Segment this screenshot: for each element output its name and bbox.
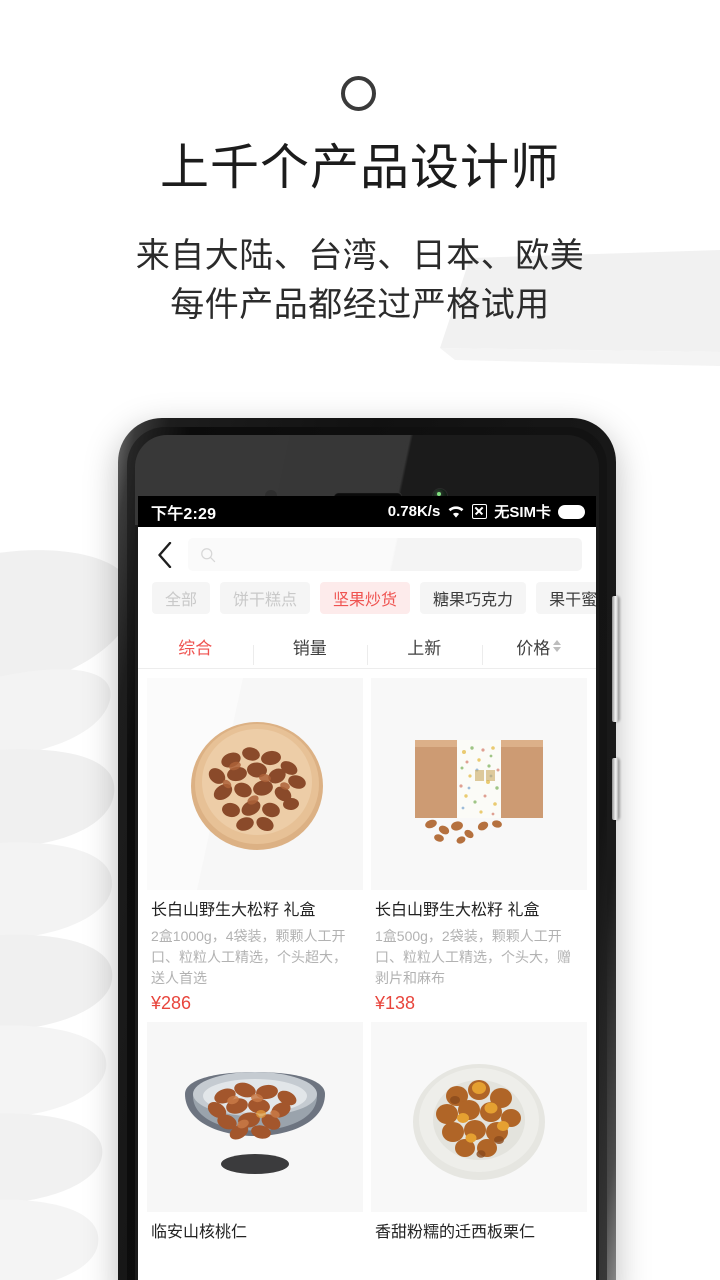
- page-headline: 上千个产品设计师: [159, 141, 560, 195]
- product-title: 香甜粉糯的迁西板栗仁: [375, 1224, 536, 1241]
- product-card[interactable]: 长白山野生大松籽 礼盒 2盒1000g，4袋装，颗颗人工开口、粒粒人工精选，个头…: [147, 678, 363, 1014]
- product-description: 1盒500g，2袋装，颗颗人工开口、粒粒人工精选，个头大，赠剥片和麻布: [375, 928, 571, 986]
- product-card[interactable]: 临安山核桃仁: [147, 1022, 363, 1248]
- category-chip-nuts[interactable]: 坚果炒货: [320, 582, 411, 614]
- product-image-pine-nuts-plate[interactable]: [147, 678, 363, 890]
- sort-caret-icon: [553, 640, 562, 652]
- product-info: 香甜粉糯的迁西板栗仁: [371, 1212, 587, 1244]
- gift-box-illustration: [371, 678, 587, 890]
- battery-full-icon: [558, 504, 585, 519]
- brand-circle-logo-icon: [341, 76, 376, 111]
- category-chip-candy-chocolate[interactable]: 糖果巧克力: [420, 582, 527, 614]
- product-description: 2盒1000g，4袋装，颗颗人工开口、粒粒人工精选，个头超大，送人首选: [151, 928, 347, 986]
- phone-mockup: 下午2:29 0.78K/s 无SIM卡 全部 饼干糕点 坚果炒货 糖果巧克力 …: [118, 418, 619, 1280]
- search-nav-bar: [138, 527, 596, 580]
- product-info: 长白山野生大松籽 礼盒 2盒1000g，4袋装，颗颗人工开口、粒粒人工精选，个头…: [147, 890, 363, 1014]
- power-button[interactable]: [612, 758, 619, 820]
- product-info: 长白山野生大松籽 礼盒 1盒500g，2袋装，颗颗人工开口、粒粒人工精选，个头大…: [371, 890, 587, 1014]
- product-image-gift-box[interactable]: [371, 678, 587, 890]
- pine-nuts-illustration: [147, 678, 363, 890]
- sort-tab-sales[interactable]: 销量: [252, 634, 368, 665]
- subheadline-line-1: 来自大陆、台湾、日本、欧美: [135, 237, 585, 275]
- product-title: 临安山核桃仁: [151, 1224, 248, 1241]
- product-card[interactable]: 长白山野生大松籽 礼盒 1盒500g，2袋装，颗颗人工开口、粒粒人工精选，个头大…: [371, 678, 587, 1014]
- product-image-chestnut-plate[interactable]: [371, 1022, 587, 1212]
- product-grid: 长白山野生大松籽 礼盒 2盒1000g，4袋装，颗颗人工开口、粒粒人工精选，个头…: [138, 669, 596, 1248]
- back-chevron-icon[interactable]: [151, 539, 179, 571]
- caret-up-icon: [553, 640, 562, 645]
- product-price: ¥286: [151, 993, 192, 1013]
- category-chip-row[interactable]: 全部 饼干糕点 坚果炒货 糖果巧克力 果干蜜饯: [138, 580, 596, 624]
- sort-tab-comprehensive[interactable]: 综合: [138, 634, 253, 659]
- signal-x-icon: [472, 504, 488, 519]
- wifi-icon: [448, 505, 464, 518]
- sort-tab-price[interactable]: 价格: [481, 634, 597, 665]
- category-chip-biscuits[interactable]: 饼干糕点: [220, 582, 311, 614]
- product-card[interactable]: 香甜粉糯的迁西板栗仁: [371, 1022, 587, 1248]
- status-bar: 下午2:29 0.78K/s 无SIM卡: [138, 496, 596, 527]
- sort-tab-bar[interactable]: 综合 销量 上新 价格: [138, 624, 596, 669]
- subheadline-line-2: 每件产品都经过严格试用: [170, 286, 550, 324]
- walnut-kernels-illustration: [147, 1022, 363, 1212]
- sort-tab-new[interactable]: 上新: [367, 634, 482, 665]
- search-input[interactable]: [188, 538, 582, 571]
- caret-down-icon: [553, 647, 562, 652]
- category-chip-dried-fruit[interactable]: 果干蜜饯: [536, 582, 596, 614]
- chestnuts-illustration: [371, 1022, 587, 1212]
- volume-rocker-button[interactable]: [612, 596, 619, 722]
- page-subheadline: 来自大陆、台湾、日本、欧美 每件产品都经过严格试用: [0, 232, 720, 330]
- category-chip-all[interactable]: 全部: [152, 582, 211, 614]
- product-image-walnut-bowl[interactable]: [147, 1022, 363, 1212]
- product-price: ¥138: [375, 993, 416, 1013]
- phone-screen: 下午2:29 0.78K/s 无SIM卡 全部 饼干糕点 坚果炒货 糖果巧克力 …: [138, 496, 596, 1280]
- sort-tab-price-label: 价格: [516, 638, 551, 658]
- product-info: 临安山核桃仁: [147, 1212, 363, 1244]
- product-title: 长白山野生大松籽 礼盒: [375, 902, 540, 919]
- status-indicators: 0.78K/s 无SIM卡: [388, 501, 585, 522]
- search-icon: [201, 547, 216, 562]
- promo-page: 上千个产品设计师 来自大陆、台湾、日本、欧美 每件产品都经过严格试用 下午2:2…: [0, 0, 720, 1280]
- network-speed-label: 0.78K/s: [387, 503, 441, 520]
- status-time: 下午2:29: [151, 505, 217, 523]
- chevron-left-glyph: [158, 541, 172, 568]
- product-title: 长白山野生大松籽 礼盒: [151, 902, 316, 919]
- sim-status-label: 无SIM卡: [494, 504, 551, 521]
